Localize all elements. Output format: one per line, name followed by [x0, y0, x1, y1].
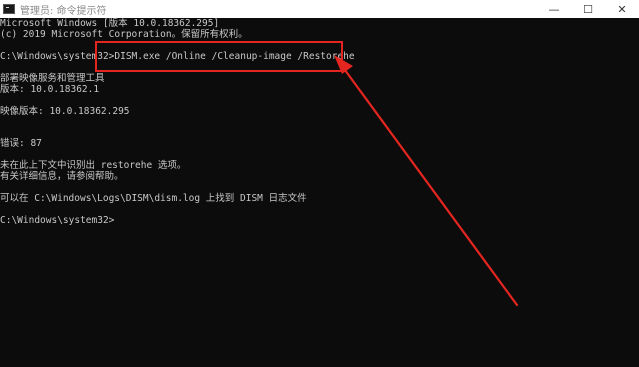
minimize-icon[interactable]: —	[537, 0, 571, 18]
close-icon[interactable]: ✕	[605, 0, 639, 18]
window-controls: — ☐ ✕	[537, 0, 639, 18]
cmd-window: 管理员: 命令提示符 — ☐ ✕ Microsoft Windows [版本 1…	[0, 0, 639, 367]
console-line-log-path: 可以在 C:\Windows\Logs\DISM\dism.log 上找到 DI…	[0, 193, 307, 204]
console-line-error-code: 错误: 87	[0, 138, 42, 149]
window-title: 管理员: 命令提示符	[20, 5, 107, 17]
console-line-tool-name: 部署映像服务和管理工具	[0, 73, 105, 84]
console-line-help-hint: 有关详细信息，请参阅帮助。	[0, 171, 124, 182]
cmd-app-icon	[3, 4, 15, 14]
console-line-version: Microsoft Windows [版本 10.0.18362.295]	[0, 18, 220, 29]
maximize-icon[interactable]: ☐	[571, 0, 605, 18]
title-bar[interactable]: 管理员: 命令提示符 — ☐ ✕	[0, 0, 639, 18]
console-line-tool-version: 版本: 10.0.18362.1	[0, 84, 100, 95]
console-line-image-version: 映像版本: 10.0.18362.295	[0, 106, 130, 117]
annotation-highlight-box	[95, 41, 343, 72]
console-line-prompt: C:\Windows\system32>	[0, 215, 115, 226]
console-line-copyright: (c) 2019 Microsoft Corporation。保留所有权利。	[0, 29, 248, 40]
console-line-error-message: 未在此上下文中识别出 restorehe 选项。	[0, 160, 187, 171]
